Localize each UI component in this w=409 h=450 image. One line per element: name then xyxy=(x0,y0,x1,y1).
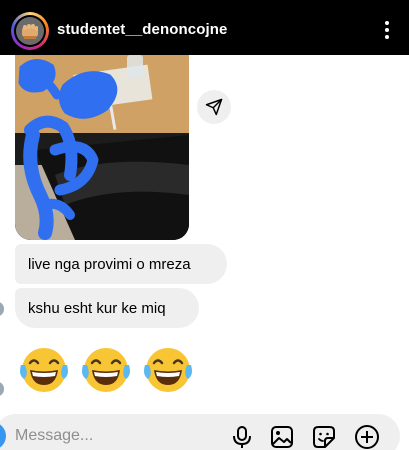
sender-avatar xyxy=(0,382,4,396)
fist-icon xyxy=(16,17,44,45)
chat-header: studentet__denoncojne xyxy=(0,0,409,55)
more-vertical-icon[interactable] xyxy=(380,19,394,41)
photo-message[interactable] xyxy=(15,55,189,240)
add-icon[interactable] xyxy=(354,424,380,450)
laughing-emoji xyxy=(20,348,68,392)
chat-screen: studentet__denoncojne live nga provimi o… xyxy=(0,0,409,450)
laughing-emoji xyxy=(82,348,130,392)
chat-username[interactable]: studentet__denoncojne xyxy=(57,21,227,38)
laughing-emoji xyxy=(144,348,192,392)
sender-avatar xyxy=(0,302,4,316)
microphone-icon[interactable] xyxy=(229,424,255,450)
message-text: kshu esht kur ke miq xyxy=(28,299,166,317)
message-text: live nga provimi o mreza xyxy=(28,255,191,273)
photo-icon xyxy=(15,55,189,240)
send-icon[interactable] xyxy=(197,90,231,124)
sticker-icon[interactable] xyxy=(311,424,337,450)
message-bubble[interactable]: live nga provimi o mreza xyxy=(15,244,227,284)
message-bubble[interactable]: kshu esht kur ke miq xyxy=(15,288,199,328)
message-input[interactable] xyxy=(15,425,195,447)
emoji-message[interactable] xyxy=(18,345,194,395)
gallery-icon[interactable] xyxy=(269,424,295,450)
avatar[interactable] xyxy=(11,12,49,50)
